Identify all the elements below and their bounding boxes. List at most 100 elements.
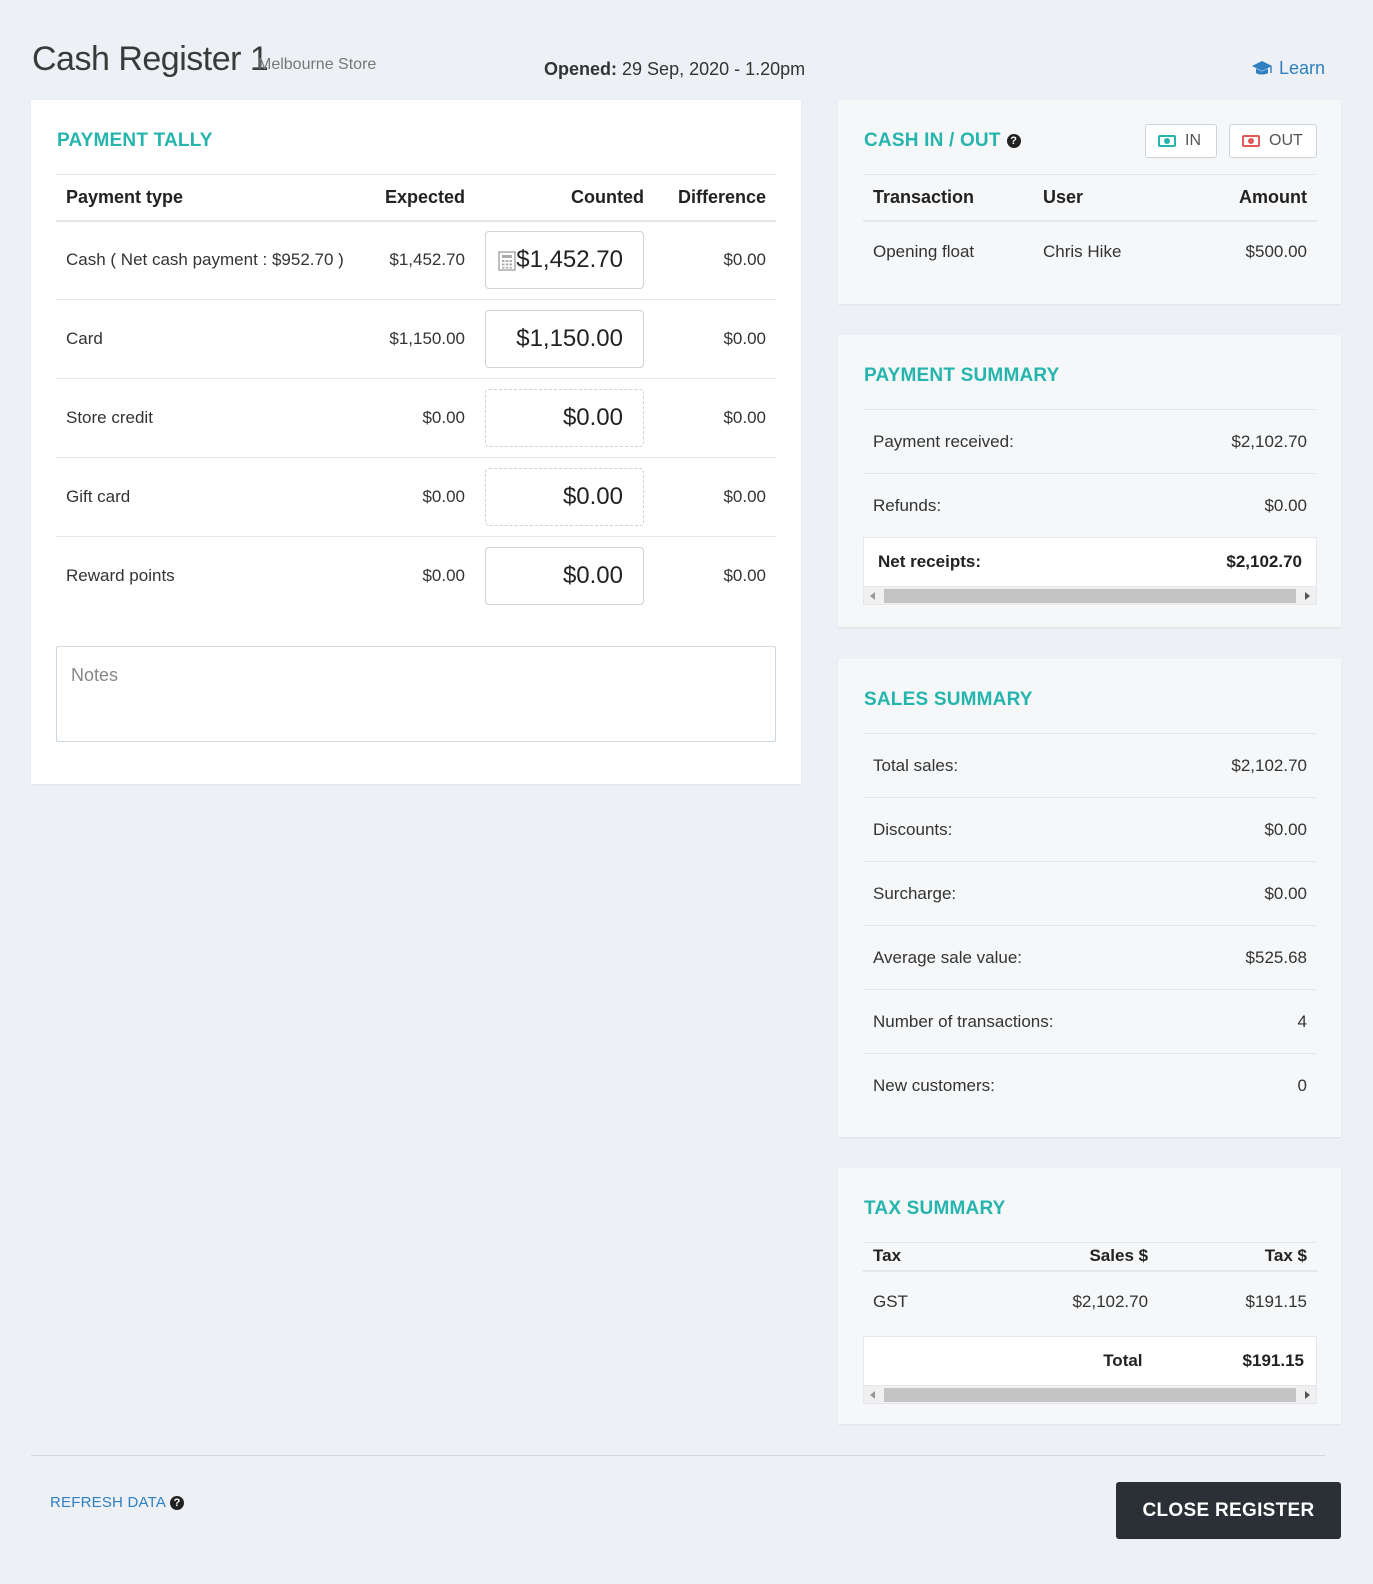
notes-field[interactable]: Notes	[56, 646, 776, 742]
opened-info: Opened: 29 Sep, 2020 - 1.20pm	[544, 59, 805, 80]
tax-summary-title: TAX SUMMARY	[864, 1198, 1006, 1219]
scroll-left-icon[interactable]	[870, 1391, 875, 1399]
payment-type-cell: Store credit	[56, 378, 351, 458]
summary-label: Surcharge:	[873, 883, 957, 903]
table-row: Reward points $0.00 $0.00 $0.00	[56, 537, 776, 616]
cash-out-button[interactable]: OUT	[1229, 124, 1317, 158]
payment-type-cell: Reward points	[66, 566, 175, 586]
list-item: Surcharge: $0.00	[863, 861, 1317, 925]
counted-card-input[interactable]: $1,150.00	[485, 310, 644, 368]
tax-sales-cell: $2,102.70	[1072, 1292, 1149, 1311]
counted-value: $1,452.70	[516, 246, 623, 274]
table-row: Card $1,150.00 $1,150.00 $0.00	[56, 299, 776, 379]
opened-label: Opened:	[544, 59, 618, 79]
col-user: User	[1043, 174, 1181, 222]
payment-type-cell: Cash ( Net cash payment : $952.70 )	[56, 220, 351, 300]
summary-value: $2,102.70	[1231, 755, 1307, 775]
learn-label: Learn	[1278, 58, 1325, 78]
expected-cell: $0.00	[422, 566, 465, 586]
cash-in-label: IN	[1185, 132, 1201, 149]
expected-cell: $1,452.70	[351, 220, 465, 300]
list-item: New customers: 0	[863, 1053, 1317, 1117]
list-item: Discounts: $0.00	[863, 797, 1317, 861]
counted-gift-card-input: $0.00	[485, 468, 644, 526]
scrollbar-thumb[interactable]	[884, 1388, 1296, 1402]
store-name: Melbourne Store	[258, 56, 377, 73]
summary-value: 4	[1297, 1011, 1307, 1031]
payment-type-cell: Gift card	[56, 457, 351, 537]
sales-summary-card: SALES SUMMARY Total sales: $2,102.70 Dis…	[838, 659, 1341, 1137]
refresh-data-link[interactable]: REFRESH DATA ?	[50, 1494, 185, 1511]
difference-cell: $0.00	[644, 378, 776, 458]
counted-value: $0.00	[562, 404, 623, 431]
help-icon[interactable]: ?	[170, 1495, 185, 1510]
tax-total-block: Total $191.15	[863, 1336, 1317, 1404]
summary-value: $2,102.70	[1226, 552, 1302, 571]
user-cell: Chris Hike	[1043, 242, 1122, 261]
summary-value: 0	[1297, 1075, 1307, 1095]
scroll-right-icon[interactable]	[1305, 1391, 1310, 1399]
calculator-icon[interactable]	[498, 251, 516, 271]
tax-name-cell: GST	[873, 1292, 908, 1311]
summary-label: Total sales:	[873, 755, 959, 775]
cash-in-icon	[1158, 135, 1176, 147]
scroll-right-icon[interactable]	[1305, 592, 1310, 600]
counted-reward-points-input[interactable]: $0.00	[485, 547, 644, 606]
payment-tally-table: Payment type Expected Counted Difference…	[56, 174, 776, 616]
help-icon[interactable]: ?	[1006, 134, 1021, 148]
tax-summary-card: TAX SUMMARY Tax Sales $ Tax $ GST $2,102…	[838, 1168, 1341, 1424]
tax-total-row: Total $191.15	[863, 1336, 1317, 1386]
summary-label: Refunds:	[873, 495, 942, 515]
counted-cash-input[interactable]: $1,452.70	[485, 231, 644, 290]
list-item: Total sales: $2,102.70	[863, 733, 1317, 797]
cash-in-button[interactable]: IN	[1145, 124, 1217, 158]
list-item: Average sale value: $525.68	[863, 925, 1317, 989]
horizontal-scrollbar[interactable]	[863, 1386, 1317, 1404]
notes-placeholder: Notes	[71, 665, 119, 685]
page-header: Cash Register 1 Melbourne Store Opened: …	[32, 36, 1325, 86]
graduation-cap-icon	[1251, 60, 1272, 74]
payment-summary-title: PAYMENT SUMMARY	[864, 365, 1060, 386]
scroll-left-icon[interactable]	[870, 592, 875, 600]
cash-out-label: OUT	[1269, 132, 1303, 149]
net-receipts-row: Net receipts: $2,102.70	[863, 537, 1317, 587]
payment-summary-card: PAYMENT SUMMARY Payment received: $2,102…	[838, 335, 1341, 627]
table-row: Cash ( Net cash payment : $952.70 ) $1,4…	[56, 220, 776, 300]
sales-summary-title: SALES SUMMARY	[864, 689, 1033, 710]
tax-amount-cell: $191.15	[1245, 1292, 1307, 1311]
col-transaction: Transaction	[863, 174, 1043, 222]
opened-value: 29 Sep, 2020 - 1.20pm	[622, 59, 806, 79]
cash-out-icon	[1242, 135, 1260, 147]
learn-link[interactable]: Learn	[1251, 58, 1325, 79]
transaction-cell: Opening float	[873, 242, 975, 261]
difference-cell: $0.00	[723, 566, 766, 586]
counted-value: $0.00	[562, 483, 623, 510]
col-payment-type: Payment type	[56, 174, 351, 222]
expected-cell: $1,150.00	[351, 299, 465, 379]
scrollbar-thumb[interactable]	[884, 589, 1296, 603]
expected-cell: $0.00	[351, 457, 465, 537]
counted-value: $1,150.00	[516, 325, 623, 352]
payment-tally-card: PAYMENT TALLY Payment type Expected Coun…	[31, 100, 801, 784]
tax-summary-table: Tax Sales $ Tax $ GST $2,102.70 $191.15	[863, 1242, 1317, 1333]
counted-value: $0.00	[562, 562, 623, 590]
difference-cell: $0.00	[644, 299, 776, 379]
col-difference: Difference	[644, 174, 776, 222]
cash-transactions-table: Transaction User Amount Opening float Ch…	[863, 174, 1317, 283]
tax-total-label: Total	[1103, 1351, 1143, 1370]
col-sales: Sales $	[969, 1242, 1149, 1272]
summary-label: Discounts:	[873, 819, 953, 839]
close-register-button[interactable]: CLOSE REGISTER	[1116, 1482, 1341, 1539]
col-tax-amount: Tax $	[1148, 1242, 1317, 1272]
footer-divider	[31, 1455, 1325, 1456]
summary-label: Payment received:	[873, 431, 1014, 451]
table-row: Opening float Chris Hike $500.00	[863, 221, 1317, 283]
horizontal-scrollbar[interactable]	[863, 587, 1317, 605]
payment-summary-list: Payment received: $2,102.70 Refunds: $0.…	[863, 409, 1317, 605]
summary-label: New customers:	[873, 1075, 995, 1095]
col-amount: Amount	[1180, 174, 1317, 222]
summary-value: $2,102.70	[1231, 431, 1307, 451]
counted-store-credit-input: $0.00	[485, 389, 644, 447]
table-row: Store credit $0.00 $0.00 $0.00	[56, 378, 776, 458]
difference-cell: $0.00	[644, 457, 776, 537]
